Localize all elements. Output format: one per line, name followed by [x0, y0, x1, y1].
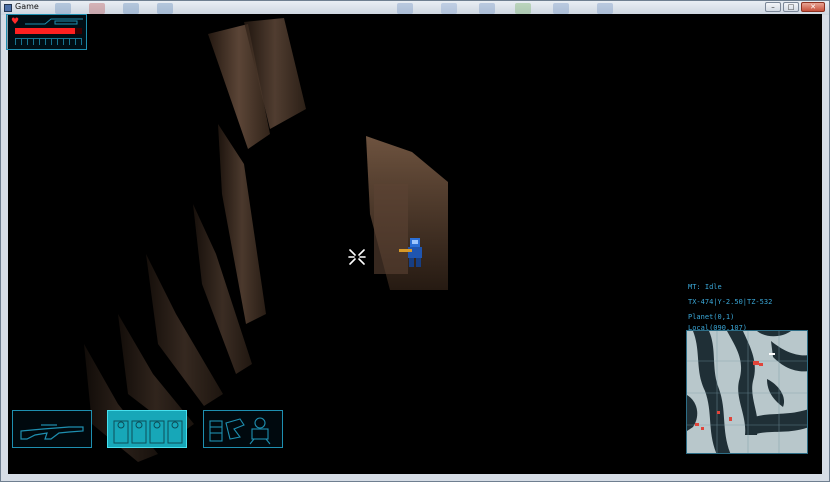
background-shape: [55, 3, 71, 14]
minimap-terrain: [687, 331, 807, 453]
background-shape: [397, 3, 413, 14]
background-shape: [157, 3, 173, 14]
background-shape: [123, 3, 139, 14]
maximize-button[interactable]: □: [783, 2, 799, 12]
health-ticks: [15, 38, 82, 45]
crosshair-icon: [348, 249, 366, 265]
title-bar[interactable]: Game – □ ✕: [1, 1, 829, 15]
minimize-button[interactable]: –: [765, 2, 781, 12]
coordinate-readout: TX-474|Y-2.50|TZ-532: [688, 298, 773, 306]
enemy-marker: [753, 361, 759, 365]
background-shape: [553, 3, 569, 14]
squad-slot[interactable]: [107, 410, 187, 448]
motion-status: MT: Idle: [688, 283, 722, 291]
robot-icon: [209, 417, 271, 445]
close-button[interactable]: ✕: [801, 2, 825, 12]
health-bar: [15, 28, 82, 34]
app-icon: [4, 4, 12, 12]
window-title: Game: [15, 2, 39, 11]
robot-slot[interactable]: [203, 410, 283, 448]
heart-icon: ♥: [11, 17, 20, 27]
hud-frame-decoration: [25, 18, 83, 25]
planet-readout: Planet(0,1): [688, 313, 735, 321]
background-shape: [441, 3, 457, 14]
enemy-marker: [701, 427, 704, 430]
health-bar-fill: [15, 28, 76, 34]
enemy-marker: [729, 417, 732, 421]
rifle-icon: [20, 424, 84, 440]
squad-icon: [113, 420, 183, 444]
status-readout: MT: Idle TX-474|Y-2.50|TZ-532 Planet(0,1…: [688, 282, 772, 334]
background-shape: [479, 3, 495, 14]
enemy-marker: [695, 423, 699, 426]
window-controls: – □ ✕: [765, 2, 825, 12]
health-panel: ♥: [6, 14, 87, 50]
player-character-icon: [399, 238, 422, 267]
rifle-weapon-slot[interactable]: [12, 410, 92, 448]
background-shape: [597, 3, 613, 14]
background-shape: [89, 3, 105, 14]
background-shape: [515, 3, 531, 14]
minimap[interactable]: [686, 330, 808, 454]
player-marker: [769, 353, 775, 355]
enemy-marker: [759, 363, 763, 366]
enemy-marker: [717, 411, 720, 414]
